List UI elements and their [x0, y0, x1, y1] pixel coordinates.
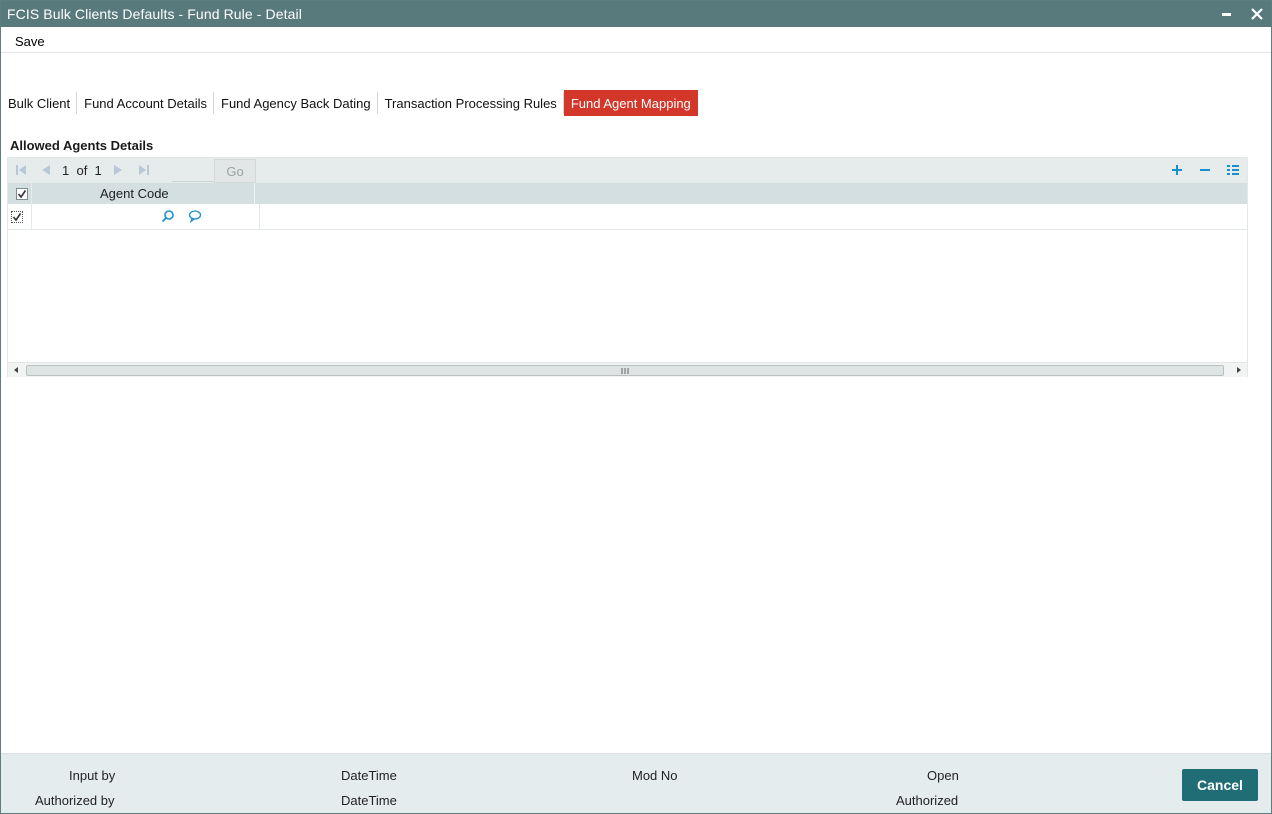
cancel-button[interactable]: Cancel [1182, 769, 1258, 801]
agent-code-cell[interactable] [32, 204, 260, 229]
checkmark-icon [12, 213, 22, 222]
column-header-filler [256, 183, 1247, 204]
page-indicator: 1 of 1 [62, 163, 102, 178]
go-button[interactable]: Go [214, 159, 256, 183]
row-checkbox[interactable] [11, 211, 23, 223]
scrollbar-thumb[interactable] [26, 365, 1224, 376]
remove-icon[interactable] [1197, 162, 1213, 178]
page-total: 1 [94, 163, 102, 178]
title-bar: FCIS Bulk Clients Defaults - Fund Rule -… [1, 1, 1271, 27]
minimize-icon [1222, 13, 1231, 16]
search-icon[interactable] [161, 209, 175, 223]
horizontal-scrollbar[interactable] [8, 362, 1247, 377]
tab-transaction-processing-rules[interactable]: Transaction Processing Rules [378, 90, 565, 116]
first-page-icon[interactable] [14, 163, 28, 177]
last-page-icon[interactable] [137, 163, 151, 177]
tab-strip: Bulk Client Fund Account Details Fund Ag… [1, 90, 698, 116]
window-title: FCIS Bulk Clients Defaults - Fund Rule -… [7, 6, 302, 22]
comment-icon[interactable] [188, 209, 202, 223]
next-page-icon[interactable] [111, 163, 125, 177]
tab-fund-agency-back-dating[interactable]: Fund Agency Back Dating [214, 90, 378, 116]
audit-footer: Input by Authorized by DateTime DateTime… [1, 753, 1271, 813]
close-icon [1251, 8, 1263, 20]
section-title: Allowed Agents Details [10, 138, 154, 153]
add-icon[interactable] [1169, 162, 1185, 178]
page-current: 1 [62, 163, 70, 178]
mod-no-label: Mod No [632, 768, 678, 783]
page-number-input[interactable] [172, 159, 214, 182]
authorized-by-label: Authorized by [35, 793, 115, 808]
grip-icon [621, 368, 629, 374]
auth-datetime-label: DateTime [341, 793, 397, 808]
tab-fund-account-details[interactable]: Fund Account Details [77, 90, 214, 116]
list-icon[interactable] [1225, 162, 1241, 178]
page-of-label: of [76, 163, 88, 178]
app-window: FCIS Bulk Clients Defaults - Fund Rule -… [0, 0, 1272, 814]
prev-page-icon[interactable] [39, 163, 53, 177]
tab-fund-agent-mapping[interactable]: Fund Agent Mapping [563, 90, 698, 116]
scroll-right-icon[interactable] [1231, 363, 1247, 377]
open-status-label: Open [927, 768, 959, 783]
menu-bar: Save [1, 27, 1271, 53]
authorized-status-label: Authorized [896, 793, 959, 808]
row-check-cell [8, 204, 32, 229]
column-header-agent-code[interactable]: Agent Code [32, 183, 255, 204]
select-all-checkbox[interactable] [16, 188, 28, 200]
close-button[interactable] [1247, 4, 1267, 24]
save-menu-item[interactable]: Save [15, 34, 45, 49]
input-by-label: Input by [69, 768, 116, 783]
table-row [8, 204, 1247, 230]
datetime-label: DateTime [341, 768, 397, 783]
agents-grid: 1 of 1 Go Agent Code [7, 157, 1248, 377]
column-header-label: Agent Code [100, 186, 169, 201]
checkmark-icon [17, 190, 27, 199]
scroll-left-icon[interactable] [8, 363, 24, 377]
tab-bulk-client[interactable]: Bulk Client [1, 90, 78, 116]
grid-pager: 1 of 1 Go [8, 158, 1247, 183]
minimize-button[interactable] [1217, 4, 1237, 24]
header-check-cell [8, 183, 32, 204]
grid-header: Agent Code [8, 183, 1247, 204]
